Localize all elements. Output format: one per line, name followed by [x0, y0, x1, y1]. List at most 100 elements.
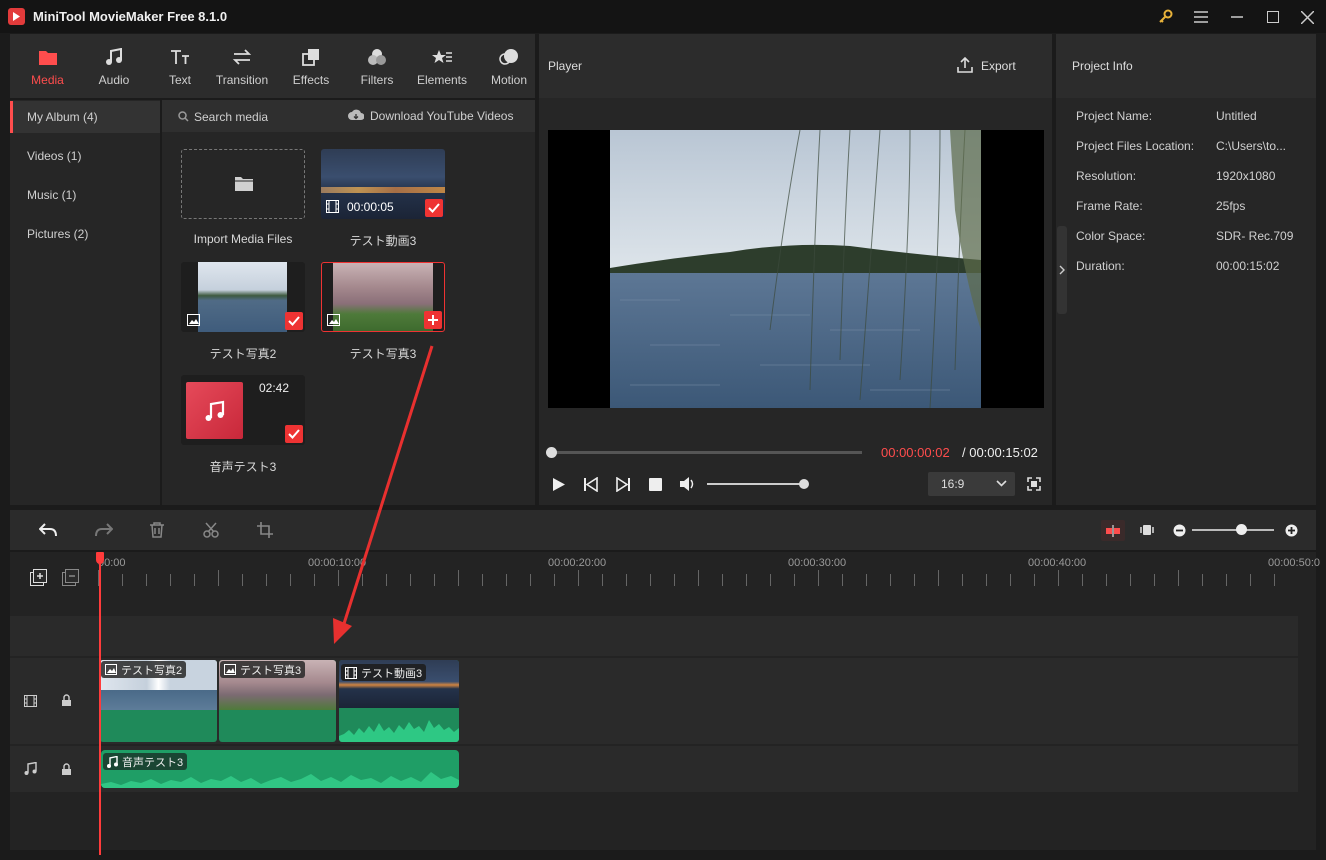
play-icon[interactable] [552, 477, 566, 492]
filters-icon [367, 46, 387, 68]
delete-icon[interactable] [149, 522, 165, 538]
ruler-tick [626, 574, 627, 586]
info-value: 25fps [1216, 199, 1246, 213]
close-icon[interactable] [1298, 8, 1316, 26]
minimize-icon[interactable] [1228, 8, 1246, 26]
zoom-slider[interactable] [1192, 529, 1274, 531]
tab-label: Motion [490, 73, 528, 87]
chevron-right-icon [1059, 265, 1065, 275]
add-to-timeline-plus-icon[interactable] [424, 311, 442, 329]
chevron-down-icon [996, 480, 1007, 487]
tab-audio[interactable]: Audio [92, 34, 136, 98]
ruler-tick [218, 570, 219, 586]
volume-slider-handle[interactable] [798, 479, 809, 489]
elements-icon [432, 46, 452, 68]
add-track-icon[interactable] [30, 569, 47, 586]
media-item-name: テスト写真2 [209, 347, 277, 361]
info-label: Duration: [1076, 259, 1125, 273]
info-label: Frame Rate: [1076, 199, 1143, 213]
media-item-video[interactable]: 00:00:05 [321, 149, 445, 219]
previous-frame-icon[interactable] [584, 477, 598, 492]
media-item-picture[interactable] [181, 262, 305, 332]
tab-transition[interactable]: Transition [212, 34, 272, 98]
fit-timeline-icon[interactable] [1140, 523, 1154, 537]
tab-media[interactable]: Media [25, 34, 70, 98]
lock-icon[interactable] [61, 694, 72, 707]
remove-track-icon[interactable] [62, 569, 79, 586]
image-icon [187, 314, 200, 326]
zoom-in-icon[interactable] [1285, 524, 1298, 537]
ruler-tick [1034, 574, 1035, 586]
empty-track [10, 616, 1298, 656]
ruler-tick [842, 574, 843, 586]
ruler-tick [1178, 570, 1179, 586]
ruler-tick [578, 570, 579, 586]
video-track-icon [24, 695, 37, 707]
tab-elements[interactable]: Elements [414, 34, 470, 98]
sidebar-item-music[interactable]: Music (1) [10, 179, 160, 211]
collapse-panel-handle[interactable] [1057, 226, 1067, 314]
ruler-tick [746, 574, 747, 586]
menu-icon[interactable] [1192, 8, 1210, 26]
snap-toggle-icon[interactable] [1101, 520, 1125, 541]
ruler-tick [122, 574, 123, 586]
ruler-tick [314, 574, 315, 586]
search-input[interactable]: Search media [194, 110, 268, 124]
ruler-tick [1106, 574, 1107, 586]
lock-icon[interactable] [61, 763, 72, 776]
tab-label: Filters [360, 73, 394, 87]
folder-icon [234, 175, 254, 192]
sidebar-item-videos[interactable]: Videos (1) [10, 140, 160, 172]
ruler-tick [698, 570, 699, 586]
added-check-icon [285, 425, 303, 443]
ruler-tick [554, 574, 555, 586]
ruler-tick [1130, 574, 1131, 586]
sidebar-item-my-album[interactable]: My Album (4) [10, 101, 160, 133]
ruler-label: 00:00:20:00 [548, 557, 607, 569]
ruler-label: 00:00:40:00 [1028, 557, 1087, 569]
tab-text[interactable]: Text [160, 34, 200, 98]
stop-icon[interactable] [649, 478, 662, 491]
download-youtube-button[interactable]: Download YouTube Videos [370, 109, 513, 123]
export-button[interactable]: Export [981, 59, 1016, 73]
info-value: 00:00:15:02 [1216, 259, 1280, 273]
ruler-tick [866, 574, 867, 586]
tab-motion[interactable]: Motion [488, 34, 530, 98]
media-item-audio[interactable]: 02:42 [181, 375, 305, 445]
split-scissors-icon[interactable] [203, 522, 219, 538]
tab-effects[interactable]: Effects [288, 34, 334, 98]
ruler-tick [1058, 570, 1059, 586]
media-toolbar: Media Audio Text Transition Effects Filt… [10, 34, 535, 98]
timeline-ruler[interactable] [98, 570, 1298, 590]
total-time: / 00:00:15:02 [962, 445, 1038, 460]
zoom-out-icon[interactable] [1173, 524, 1186, 537]
motion-icon [499, 46, 519, 68]
ruler-label: 00:00:50:0 [1268, 557, 1320, 569]
redo-icon[interactable] [94, 522, 113, 538]
maximize-icon[interactable] [1264, 8, 1282, 26]
import-media-button[interactable] [181, 149, 305, 219]
sidebar-item-pictures[interactable]: Pictures (2) [10, 218, 160, 250]
info-label: Color Space: [1076, 229, 1146, 243]
playback-progress-track[interactable] [548, 451, 862, 454]
volume-icon[interactable] [679, 476, 697, 492]
volume-slider[interactable] [707, 483, 802, 485]
ruler-tick [194, 574, 195, 586]
ruler-tick [170, 574, 171, 586]
aspect-ratio-select[interactable]: 16:9 [928, 472, 1015, 496]
picture-thumbnail [198, 262, 287, 332]
music-note-icon [205, 400, 224, 421]
info-value: SDR- Rec.709 [1216, 229, 1294, 243]
clip-label: テスト写真3 [220, 661, 306, 678]
fullscreen-icon[interactable] [1027, 477, 1041, 491]
playhead[interactable] [99, 552, 101, 855]
export-icon [957, 57, 973, 73]
film-icon [345, 666, 357, 679]
tab-filters[interactable]: Filters [356, 34, 398, 98]
undo-icon[interactable] [39, 522, 58, 538]
crop-icon[interactable] [257, 522, 273, 538]
media-item-picture-selected[interactable] [321, 262, 445, 332]
next-frame-icon[interactable] [616, 477, 630, 492]
key-icon[interactable] [1156, 8, 1174, 26]
playhead-handle[interactable] [96, 552, 104, 564]
